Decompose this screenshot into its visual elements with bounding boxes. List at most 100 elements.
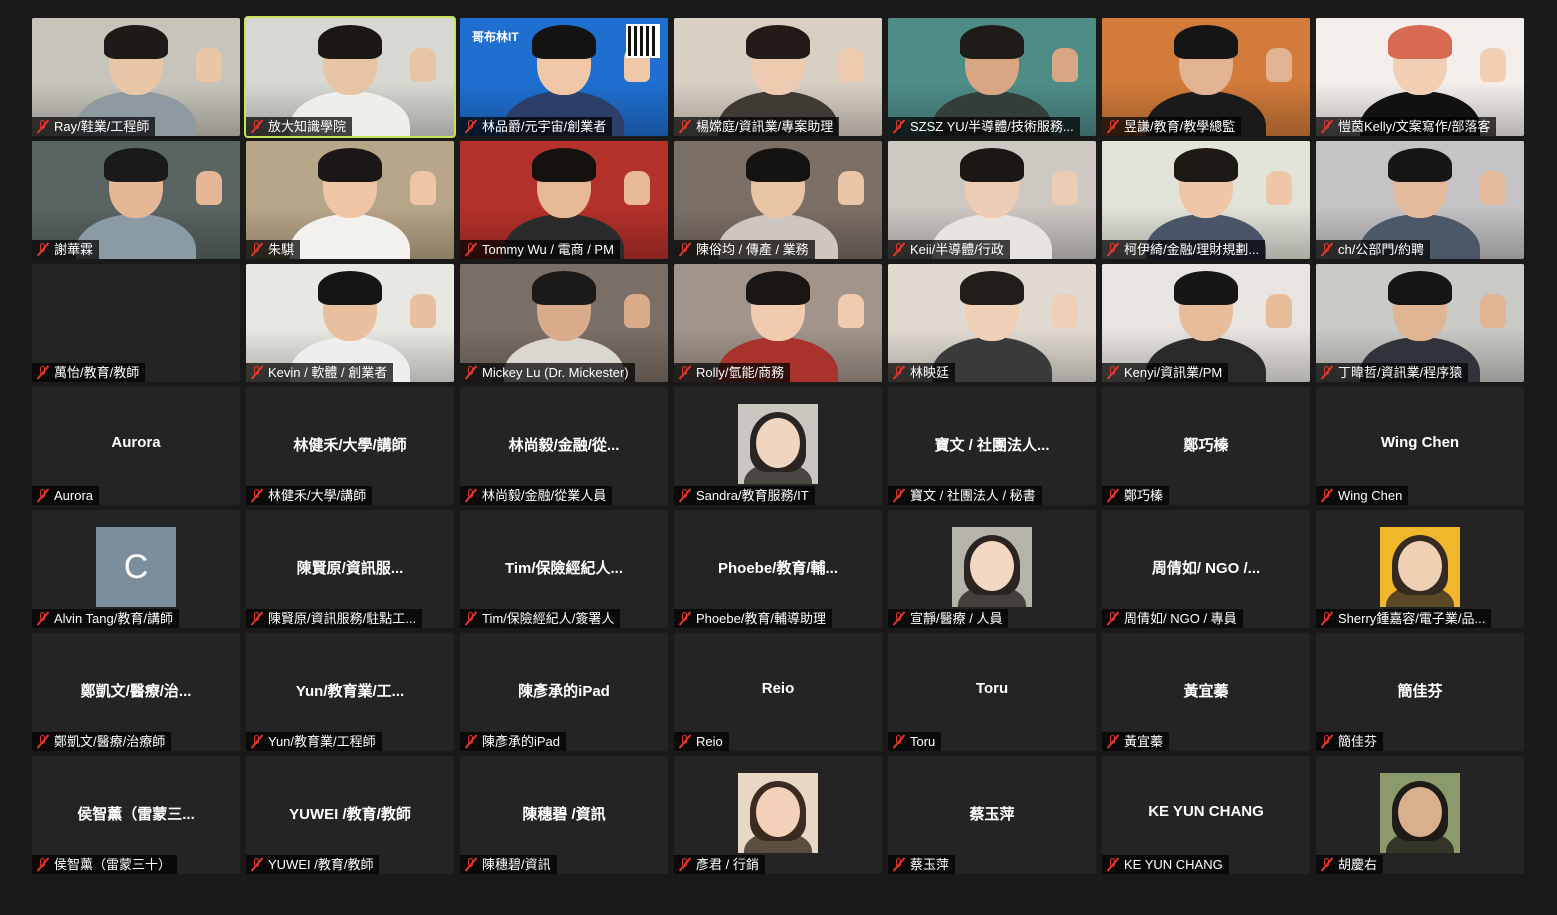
participant-name-label: 林尚毅/金融/從業人員 xyxy=(460,486,613,505)
participant-tile[interactable]: Yun/教育業/工... Yun/教育業/工程師 xyxy=(246,633,454,751)
participant-tile[interactable]: Mickey Lu (Dr. Mickester) xyxy=(460,264,668,382)
participant-tile[interactable]: Wing Chen Wing Chen xyxy=(1316,387,1524,505)
participant-tile[interactable]: 簡佳芬 簡佳芬 xyxy=(1316,633,1524,751)
participant-display-name: 蔡玉萍 xyxy=(969,806,1015,823)
participant-tile[interactable]: 寶文 / 社團法人... 寶文 / 社團法人 / 秘書 xyxy=(888,387,1096,505)
participant-tile[interactable]: Kenyi/資訊業/PM xyxy=(1102,264,1310,382)
participant-name: Alvin Tang/教育/講師 xyxy=(54,611,173,626)
participant-display-name: 寶文 / 社團法人... xyxy=(934,437,1050,454)
mic-muted-icon xyxy=(1320,734,1334,749)
participant-tile[interactable]: 陳彥承的iPad 陳彥承的iPad xyxy=(460,633,668,751)
participant-tile[interactable]: 侯智薰（雷蒙三... 侯智薰（雷蒙三十） xyxy=(32,756,240,874)
participant-tile[interactable]: 彥君 / 行銷 xyxy=(674,756,882,874)
participant-tile[interactable]: 哥布林IT 林品爵/元宇宙/創業者 xyxy=(460,18,668,136)
thumbs-up-gesture xyxy=(410,294,436,328)
participant-tile[interactable]: Aurora Aurora xyxy=(32,387,240,505)
participant-tile[interactable]: 林尚毅/金融/從... 林尚毅/金融/從業人員 xyxy=(460,387,668,505)
participant-tile[interactable]: Sandra/教育服務/IT xyxy=(674,387,882,505)
participant-name-label: Aurora xyxy=(32,486,100,505)
participant-tile[interactable]: 鄭巧榛 鄭巧榛 xyxy=(1102,387,1310,505)
participant-name-label: 蔡玉萍 xyxy=(888,855,956,874)
thumbs-up-gesture xyxy=(410,171,436,205)
participant-display-name: 周倩如/ NGO /... xyxy=(1151,560,1261,577)
participant-display-name: 陳穗碧 /資訊 xyxy=(522,806,606,823)
participant-name-label: 丁暐哲/資訊業/程序猿 xyxy=(1316,363,1469,382)
mic-muted-icon xyxy=(250,488,264,503)
participant-figure xyxy=(290,148,410,259)
mic-muted-icon xyxy=(1106,365,1120,380)
participant-tile[interactable]: 陳穗碧 /資訊 陳穗碧/資訊 xyxy=(460,756,668,874)
participant-tile[interactable]: 柯伊綺/金融/理財規劃... xyxy=(1102,141,1310,259)
participant-tile[interactable]: Ray/鞋業/工程師 xyxy=(32,18,240,136)
participant-tile[interactable]: 謝華霖 xyxy=(32,141,240,259)
participant-name: 陳俗均 / 傳產 / 業務 xyxy=(696,242,809,257)
thumbs-up-gesture xyxy=(1480,171,1506,205)
participant-tile[interactable]: 愷茵Kelly/文案寫作/部落客 xyxy=(1316,18,1524,136)
mic-muted-icon xyxy=(464,734,478,749)
participant-name: Rolly/氫能/商務 xyxy=(696,365,785,380)
participant-name: KE YUN CHANG xyxy=(1124,857,1223,872)
mic-muted-icon xyxy=(678,611,692,626)
participant-tile[interactable]: 楊嫦庭/資訊業/專案助理 xyxy=(674,18,882,136)
participant-name-label: Alvin Tang/教育/講師 xyxy=(32,609,179,628)
participant-tile[interactable]: 胡慶右 xyxy=(1316,756,1524,874)
profile-picture xyxy=(1380,527,1460,607)
participant-tile[interactable]: 朱騏 xyxy=(246,141,454,259)
participant-name-label: 陳彥承的iPad xyxy=(460,732,567,751)
participant-tile[interactable]: Kevin / 軟體 / 創業者 xyxy=(246,264,454,382)
participant-name-label: 放大知識學院 xyxy=(246,117,353,136)
participant-display-name: Aurora xyxy=(111,434,161,451)
profile-picture xyxy=(738,404,818,484)
participant-tile[interactable]: SZSZ YU/半導體/技術服務... xyxy=(888,18,1096,136)
participant-name-label: 胡慶右 xyxy=(1316,855,1384,874)
participant-display-name: Phoebe/教育/輔... xyxy=(717,560,838,577)
participant-name: 丁暐哲/資訊業/程序猿 xyxy=(1338,365,1463,380)
participant-name: 寶文 / 社團法人 / 秘書 xyxy=(910,488,1036,503)
mic-muted-icon xyxy=(892,611,906,626)
mic-muted-icon xyxy=(250,242,264,257)
participant-tile[interactable]: Tim/保險經紀人... Tim/保險經紀人/簽署人 xyxy=(460,510,668,628)
participant-tile[interactable]: Toru Toru xyxy=(888,633,1096,751)
thumbs-up-gesture xyxy=(838,48,864,82)
qr-code xyxy=(626,24,660,58)
participant-tile[interactable]: 林健禾/大學/講師 林健禾/大學/講師 xyxy=(246,387,454,505)
participant-tile[interactable]: YUWEI /教育/教師 YUWEI /教育/教師 xyxy=(246,756,454,874)
participant-tile[interactable]: 宣靜/醫療 / 人員 xyxy=(888,510,1096,628)
participant-tile[interactable]: 周倩如/ NGO /... 周倩如/ NGO / 專員 xyxy=(1102,510,1310,628)
mic-muted-icon xyxy=(1106,734,1120,749)
participant-tile[interactable]: 黃宜蓁 黃宜蓁 xyxy=(1102,633,1310,751)
participant-tile[interactable]: 陳俗均 / 傳產 / 業務 xyxy=(674,141,882,259)
participant-tile[interactable]: C Alvin Tang/教育/講師 xyxy=(32,510,240,628)
participant-name: Keii/半導體/行政 xyxy=(910,242,1004,257)
mic-muted-icon xyxy=(464,488,478,503)
participant-tile[interactable]: Sherry鍾嘉容/電子業/品... xyxy=(1316,510,1524,628)
initial-avatar: C xyxy=(96,527,176,607)
participant-name: 陳賢原/資訊服務/駐點工... xyxy=(268,611,417,626)
participant-tile[interactable]: Rolly/氫能/商務 xyxy=(674,264,882,382)
participant-tile[interactable]: Phoebe/教育/輔... Phoebe/教育/輔導助理 xyxy=(674,510,882,628)
participant-tile[interactable]: Tommy Wu / 電商 / PM xyxy=(460,141,668,259)
mic-muted-icon xyxy=(678,857,692,872)
participant-tile[interactable]: 丁暐哲/資訊業/程序猿 xyxy=(1316,264,1524,382)
participant-tile[interactable]: 林映廷 xyxy=(888,264,1096,382)
mic-muted-icon xyxy=(250,611,264,626)
participant-tile[interactable]: Reio Reio xyxy=(674,633,882,751)
thumbs-up-gesture xyxy=(624,171,650,205)
participant-tile[interactable]: Keii/半導體/行政 xyxy=(888,141,1096,259)
participant-tile[interactable]: 昱謙/教育/教學總監 xyxy=(1102,18,1310,136)
mic-muted-icon xyxy=(1106,119,1120,134)
participant-tile[interactable]: 放大知識學院 xyxy=(244,16,456,138)
mic-muted-icon xyxy=(678,242,692,257)
thumbs-up-gesture xyxy=(838,171,864,205)
participant-tile[interactable]: 蔡玉萍 蔡玉萍 xyxy=(888,756,1096,874)
mic-muted-icon xyxy=(678,365,692,380)
participant-tile[interactable]: 陳賢原/資訊服... 陳賢原/資訊服務/駐點工... xyxy=(246,510,454,628)
participant-tile[interactable]: ch/公部門/約聘 xyxy=(1316,141,1524,259)
participant-tile[interactable]: 萬怡/教育/教師 xyxy=(32,264,240,382)
participant-name: 林映廷 xyxy=(910,365,950,380)
participant-tile[interactable]: 鄭凱文/醫療/治... 鄭凱文/醫療/治療師 xyxy=(32,633,240,751)
participant-tile[interactable]: KE YUN CHANG KE YUN CHANG xyxy=(1102,756,1310,874)
participant-display-name: Tim/保險經紀人... xyxy=(504,560,624,577)
thumbs-up-gesture xyxy=(1480,48,1506,82)
participant-name-label: Tim/保險經紀人/簽署人 xyxy=(460,609,621,628)
